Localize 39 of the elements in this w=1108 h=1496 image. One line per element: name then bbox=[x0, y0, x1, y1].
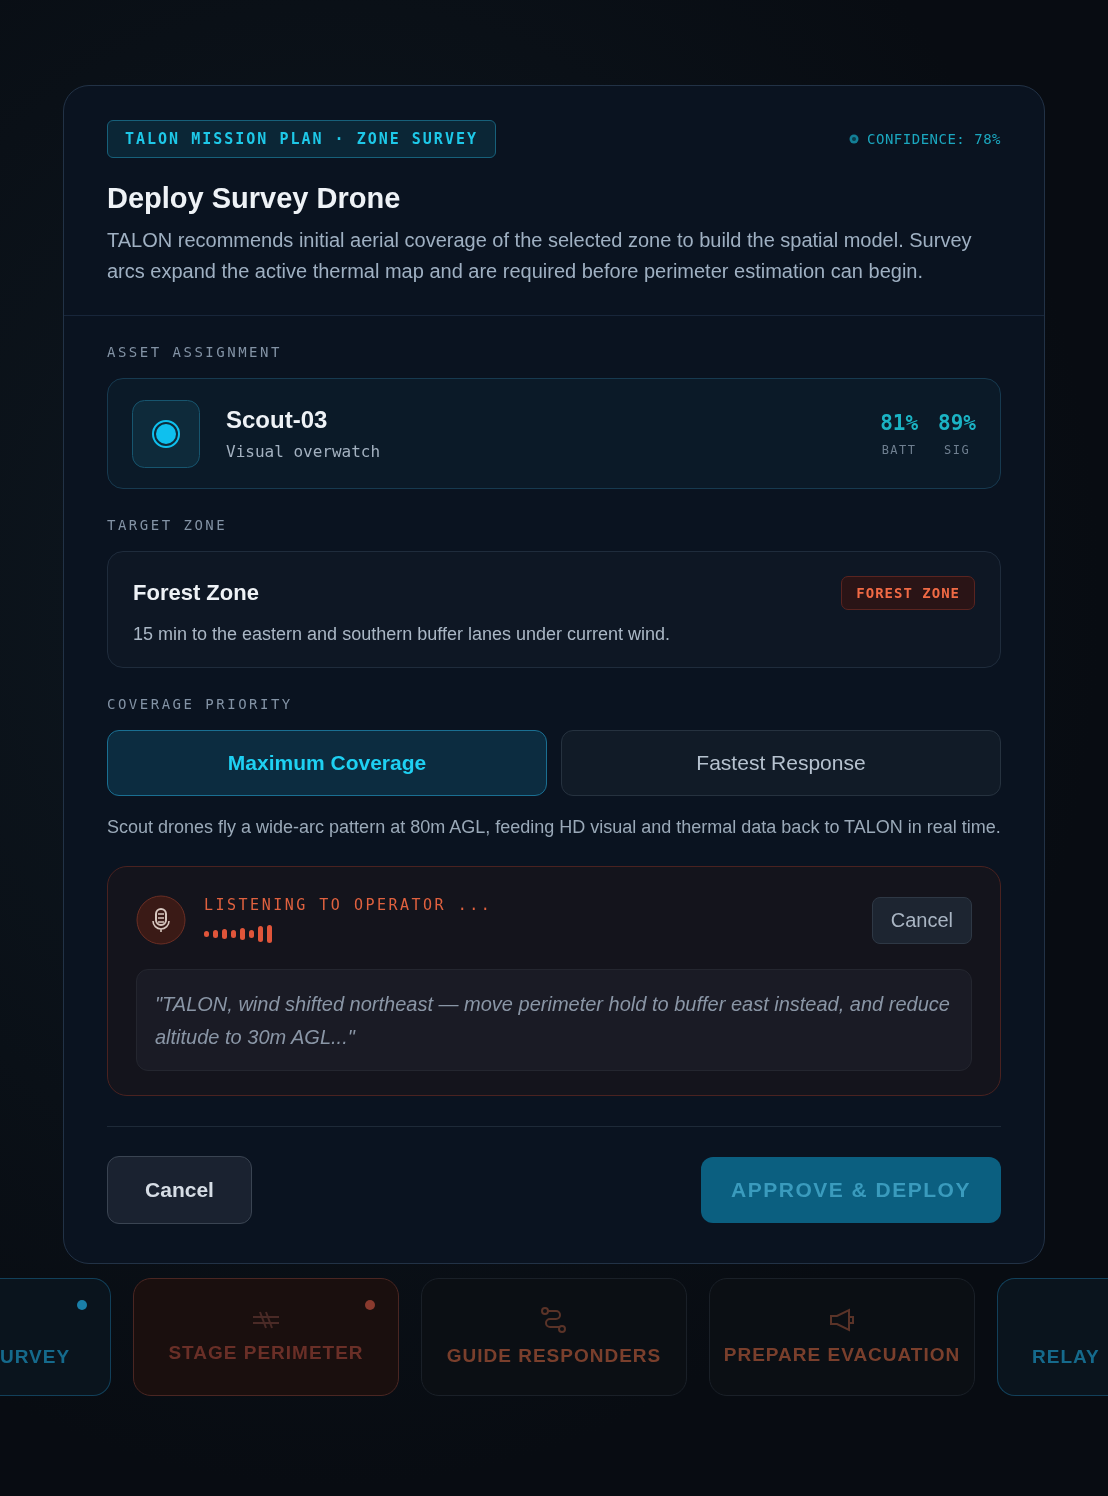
dialog-title: Deploy Survey Drone bbox=[107, 182, 402, 215]
listening-status: LISTENING TO OPERATOR ... bbox=[204, 896, 494, 914]
zone-name: Forest Zone bbox=[133, 580, 259, 606]
action-card[interactable]: RELAY bbox=[997, 1278, 1108, 1396]
action-label: URVEY bbox=[0, 1345, 71, 1369]
action-card[interactable]: PREPARE EVACUATION bbox=[709, 1278, 975, 1396]
drone-icon bbox=[132, 399, 200, 468]
status-dot-icon bbox=[849, 134, 860, 144]
action-card[interactable]: STAGE PERIMETER bbox=[133, 1278, 399, 1396]
action-label: GUIDE RESPONDERS bbox=[446, 1344, 662, 1368]
stat-value: 81% bbox=[880, 410, 919, 435]
asset-role: Visual overwatch bbox=[226, 442, 382, 461]
section-label: TARGET ZONE bbox=[107, 517, 229, 533]
stat-label: BATT bbox=[881, 442, 917, 457]
section-label: COVERAGE PRIORITY bbox=[107, 696, 294, 712]
action-label: STAGE PERIMETER bbox=[168, 1341, 364, 1365]
action-card[interactable]: GUIDE RESPONDERS bbox=[421, 1278, 687, 1396]
cancel-button[interactable]: Cancel bbox=[107, 1156, 252, 1224]
microphone-icon bbox=[136, 895, 186, 945]
action-label: RELAY bbox=[1032, 1345, 1100, 1369]
voice-transcript: "TALON, wind shifted northeast — move perimeter hold to buffer east instead, and reduce altitude to 30m AGL..." bbox=[136, 969, 972, 1071]
section-label: ASSET ASSIGNMENT bbox=[107, 344, 283, 360]
mission-plan-tag: TALON MISSION PLAN · ZONE SURVEY bbox=[107, 120, 496, 158]
crossed-lines-icon bbox=[251, 1309, 281, 1331]
dialog-description: TALON recommends initial aerial coverage of the selected zone to build the spatial model. Survey arcs expand the active thermal map and are required before perimeter estimation can begin. bbox=[107, 228, 973, 284]
priority-option[interactable]: Fastest Response bbox=[561, 730, 1001, 796]
priority-option[interactable]: Maximum Coverage bbox=[107, 730, 547, 796]
zone-badge: FOREST ZONE bbox=[841, 576, 975, 610]
stat-label: SIG bbox=[943, 442, 971, 457]
asset-name: Scout-03 bbox=[226, 406, 329, 434]
route-icon bbox=[540, 1306, 568, 1334]
priority-note: Scout drones fly a wide-arc pattern at 80m AGL, feeding HD visual and thermal data back to TALON in real time. bbox=[107, 816, 1001, 839]
stat-value: 89% bbox=[938, 410, 976, 435]
action-card[interactable]: URVEY bbox=[0, 1278, 111, 1396]
cancel-listening-button[interactable]: Cancel bbox=[871, 896, 972, 944]
zone-detail: 15 min to the eastern and southern buffer lanes under current wind. bbox=[133, 624, 671, 645]
action-label: PREPARE EVACUATION bbox=[723, 1343, 961, 1367]
confidence-text: CONFIDENCE: 78% bbox=[867, 131, 1001, 147]
megaphone-icon bbox=[828, 1307, 856, 1333]
